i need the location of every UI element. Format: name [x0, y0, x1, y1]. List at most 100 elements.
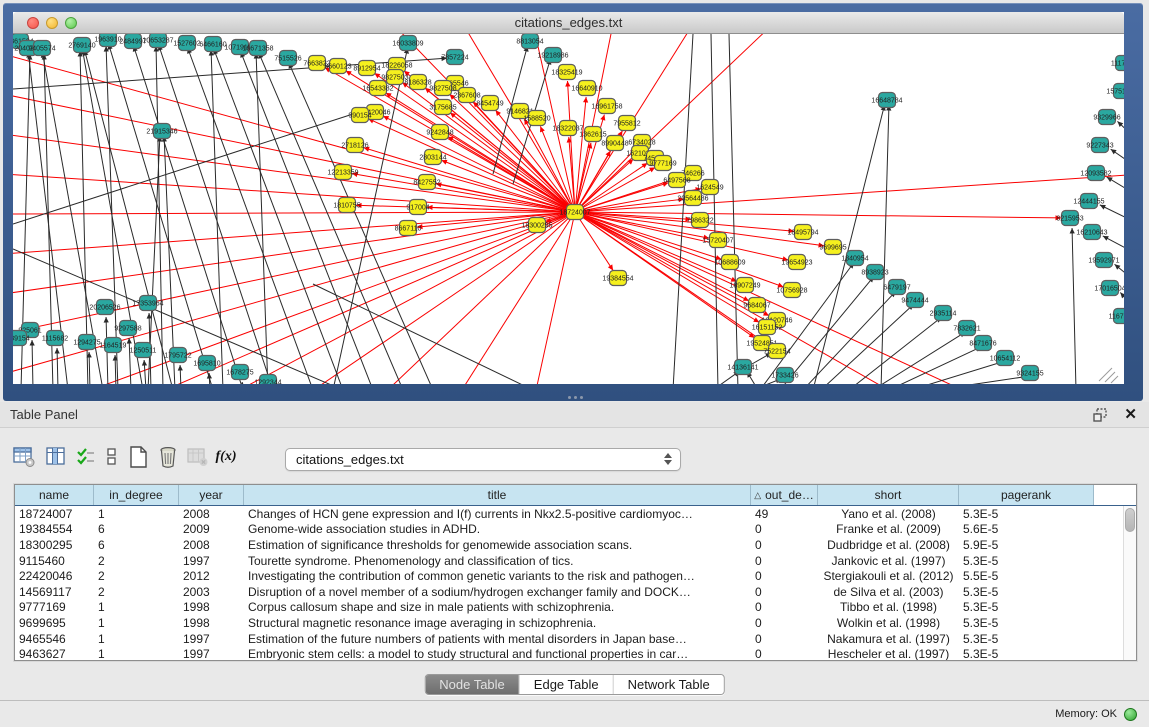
- graph-node[interactable]: 12444155: [1073, 194, 1104, 209]
- graph-node[interactable]: 18325419: [551, 65, 582, 80]
- show-columns-icon[interactable]: [44, 444, 68, 470]
- column-checklist-icon[interactable]: [74, 444, 98, 470]
- network-canvas[interactable]: 7663822866012389129541822605898275038186…: [13, 34, 1124, 384]
- graph-node[interactable]: 990154: [348, 108, 371, 123]
- graph-node[interactable]: 8215953: [1056, 211, 1083, 226]
- graph-node[interactable]: 17353964: [132, 296, 163, 311]
- graph-node[interactable]: 7515526: [274, 51, 301, 66]
- table-row[interactable]: 969969511998Structural magnetic resonanc…: [15, 615, 1123, 631]
- graph-node[interactable]: 17016504: [1094, 281, 1124, 296]
- svg-text:7832621: 7832621: [953, 325, 980, 332]
- graph-node[interactable]: 10688609: [714, 255, 745, 270]
- graph-node[interactable]: 19218986: [537, 48, 568, 63]
- column-header-name[interactable]: name: [15, 485, 94, 505]
- graph-node[interactable]: 9227343: [1086, 138, 1113, 153]
- delete-column-icon[interactable]: [156, 444, 180, 470]
- graph-node[interactable]: 9474444: [901, 293, 928, 308]
- delete-table-icon[interactable]: [186, 444, 210, 470]
- scrollbar-thumb[interactable]: [1125, 508, 1135, 532]
- float-panel-icon[interactable]: [1093, 408, 1108, 422]
- graph-node[interactable]: 1963910: [94, 34, 121, 47]
- tab-network-table[interactable]: Network Table: [614, 675, 724, 694]
- graph-node[interactable]: 15751074: [1106, 84, 1124, 99]
- graph-node[interactable]: 1695810: [193, 356, 220, 371]
- graph-node[interactable]: 19654923: [781, 255, 812, 270]
- graph-node[interactable]: 1527602: [173, 36, 200, 51]
- graph-node[interactable]: 8667110: [395, 221, 422, 236]
- graph-node[interactable]: 19384554: [602, 271, 633, 286]
- graph-node[interactable]: 9329966: [1093, 110, 1120, 125]
- graph-node[interactable]: 8471676: [969, 336, 996, 351]
- graph-node[interactable]: 6466160: [199, 37, 226, 52]
- graph-node[interactable]: 21915346: [146, 124, 177, 139]
- column-header-title[interactable]: title: [244, 485, 751, 505]
- rows-icon[interactable]: [100, 444, 124, 470]
- graph-node[interactable]: 917004: [406, 200, 429, 215]
- graph-node[interactable]: 18495794: [787, 225, 818, 240]
- column-header-short[interactable]: short: [818, 485, 959, 505]
- graph-node[interactable]: 1167533: [1109, 309, 1124, 324]
- graph-node[interactable]: 1250511: [130, 343, 157, 358]
- graph-node[interactable]: 10653287: [142, 34, 173, 48]
- table-mode-icon[interactable]: [12, 444, 36, 470]
- graph-node[interactable]: 14136141: [727, 360, 758, 375]
- tab-node-table[interactable]: Node Table: [425, 675, 520, 694]
- column-header-out_de[interactable]: △out_de…: [751, 485, 818, 505]
- table-selector-dropdown[interactable]: citations_edges.txt: [285, 448, 681, 471]
- graph-node[interactable]: 6479197: [883, 280, 910, 295]
- graph-node[interactable]: 10654112: [990, 351, 1021, 366]
- graph-node[interactable]: 20206526: [89, 300, 120, 315]
- table-cell: Dudbridge et al. (2008): [818, 538, 959, 552]
- graph-node[interactable]: 9699695: [819, 240, 846, 255]
- table-row[interactable]: 1872400712008Changes of HCN gene express…: [15, 506, 1123, 522]
- network-window-titlebar[interactable]: citations_edges.txt: [13, 12, 1124, 34]
- network-window[interactable]: citations_edges.txt 76638228660123891295…: [3, 3, 1143, 401]
- graph-node[interactable]: 1115682: [42, 331, 68, 346]
- table-row[interactable]: 946362711997Embryonic stem cells: a mode…: [15, 646, 1123, 661]
- graph-node[interactable]: 16648784: [871, 93, 902, 108]
- graph-node[interactable]: 9324155: [1016, 366, 1043, 381]
- graph-node[interactable]: 1292344: [254, 375, 281, 385]
- graph-node[interactable]: 8813054: [516, 34, 543, 49]
- column-header-pagerank[interactable]: pagerank: [959, 485, 1094, 505]
- graph-node[interactable]: 2769140: [68, 38, 95, 53]
- new-column-icon[interactable]: [126, 444, 150, 470]
- graph-node[interactable]: 9297588: [114, 321, 141, 336]
- graph-node[interactable]: 16210643: [1076, 225, 1107, 240]
- graph-node[interactable]: 16961758: [591, 99, 622, 114]
- svg-text:9684067: 9684067: [743, 302, 770, 309]
- graph-node[interactable]: 1795722: [164, 348, 191, 363]
- graph-node[interactable]: 1678275: [226, 365, 253, 380]
- table-row[interactable]: 946554611997Estimation of the future num…: [15, 631, 1123, 647]
- table-cell: 9463627: [15, 647, 94, 661]
- table-row[interactable]: 1830029562008Estimation of significance …: [15, 537, 1123, 553]
- table-row[interactable]: 977716911998Corpus callosum shape and si…: [15, 600, 1123, 616]
- column-header-in_degree[interactable]: in_degree: [94, 485, 179, 505]
- table-cell: Structural magnetic resonance image aver…: [244, 616, 751, 630]
- graph-node[interactable]: 7986322: [686, 213, 713, 228]
- graph-node[interactable]: 2935114: [930, 306, 957, 321]
- table-row[interactable]: 911546021997Tourette syndrome. Phenomeno…: [15, 553, 1123, 569]
- graph-node[interactable]: 2718126: [341, 138, 368, 153]
- graph-node[interactable]: 7857224: [441, 50, 468, 65]
- graph-node[interactable]: 7832621: [953, 321, 980, 336]
- function-builder-icon[interactable]: f(x): [214, 444, 238, 470]
- graph-node[interactable]: 1810755: [333, 198, 360, 213]
- table-row[interactable]: 2242004622012Investigating the contribut…: [15, 568, 1123, 584]
- graph-node[interactable]: 7955812: [613, 116, 640, 131]
- graph-node[interactable]: 16640910: [571, 81, 602, 96]
- graph-node[interactable]: 8427552: [413, 175, 440, 190]
- graph-node[interactable]: 1117303: [1111, 56, 1124, 71]
- svg-text:19592971: 19592971: [1088, 257, 1119, 264]
- table-row[interactable]: 1456911722003Disruption of a novel membe…: [15, 584, 1123, 600]
- graph-node[interactable]: 1840954: [841, 251, 868, 266]
- graph-node[interactable]: 3175685: [429, 100, 456, 115]
- tab-edge-table[interactable]: Edge Table: [520, 675, 614, 694]
- table-scrollbar[interactable]: [1123, 506, 1136, 660]
- column-header-year[interactable]: year: [179, 485, 244, 505]
- close-panel-icon[interactable]: ✕: [1124, 407, 1137, 422]
- graph-node[interactable]: 15720407: [702, 233, 733, 248]
- table-row[interactable]: 1938455462009Genome-wide association stu…: [15, 522, 1123, 538]
- panel-splitter-handle[interactable]: [563, 396, 587, 401]
- graph-node[interactable]: 16033809: [392, 36, 423, 51]
